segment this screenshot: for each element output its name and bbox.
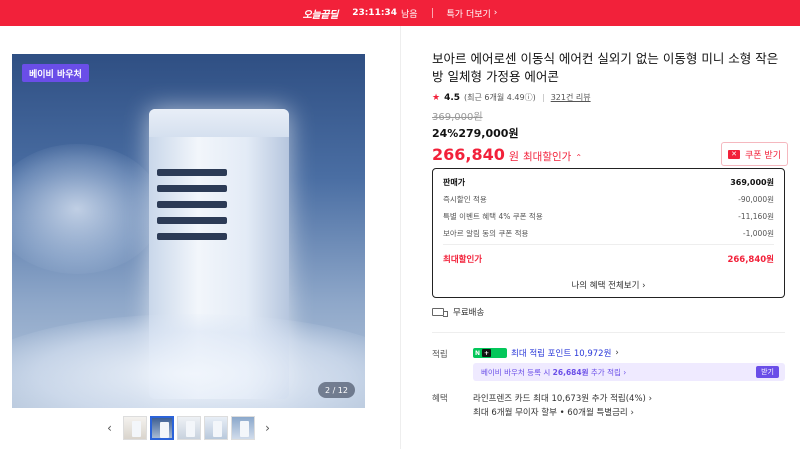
thumbnail-2[interactable] — [149, 416, 174, 440]
voucher-points-text: 베이비 바우처 등록 시 26,684원 추가 적립 › — [481, 367, 626, 378]
max-points-text: 최대 적립 포인트 10,972원 — [511, 349, 612, 359]
shipping-label: 무료배송 — [453, 308, 485, 318]
chevron-right-icon: › — [630, 408, 634, 418]
rating-score: 4.5 — [444, 92, 461, 103]
breakdown-value: -1,000원 — [742, 229, 774, 238]
deal-timer: 23:11:34 — [352, 8, 397, 18]
banner-amount: 26,684원 — [552, 367, 589, 377]
fog-left — [12, 144, 162, 274]
breakdown-label: 특별 이벤트 혜택 4% 쿠폰 적용 — [443, 212, 543, 221]
coupon-icon: ✕ — [728, 149, 740, 159]
breakdown-value: -90,000원 — [738, 195, 774, 204]
unit-top — [149, 109, 289, 137]
banner-prefix: 베이비 바우처 등록 시 — [481, 367, 551, 377]
price-breakdown: 판매가 369,000원 즉시할인 적용 -90,000원 특별 이벤트 혜택 … — [432, 168, 785, 298]
shipping-info: 무료배송 — [432, 306, 484, 318]
thumbnail-4[interactable] — [203, 416, 228, 440]
unit-vents — [157, 169, 227, 259]
thumbnail-3[interactable] — [176, 416, 201, 440]
breakdown-row: 특별 이벤트 혜택 4% 쿠폰 적용 -11,160원 — [443, 211, 774, 222]
benefits-label: 혜택 — [432, 394, 448, 404]
installment-benefit-text: 최대 6개월 무이자 할부 • 60개월 특별금리 — [473, 408, 628, 418]
section-divider — [432, 332, 785, 333]
review-count-link[interactable]: 321건 리뷰 — [551, 92, 591, 103]
column-divider — [400, 26, 401, 449]
breakdown-divider — [443, 244, 774, 245]
coupon-label: 쿠폰 받기 — [745, 150, 781, 161]
more-deals-label: 특가 더보기 — [446, 9, 491, 20]
fog-bottom — [12, 314, 365, 408]
breakdown-row: 판매가 369,000원 — [443, 177, 774, 188]
all-benefits-link[interactable]: 나의 혜택 전체보기 › — [433, 279, 784, 291]
sale-price-row: 24%279,000원 — [432, 125, 788, 141]
thumbnail-5[interactable] — [230, 416, 255, 440]
thumbnail-1[interactable] — [122, 416, 147, 440]
card-benefit[interactable]: 라인프렌즈 카드 최대 10,673원 추가 적립(4%) › — [473, 392, 652, 404]
original-price: 369,000원 — [432, 112, 483, 123]
breakdown-value: 369,000원 — [730, 178, 774, 187]
npay-letter: N — [475, 349, 481, 357]
truck-icon — [432, 308, 448, 317]
max-discount-price[interactable]: 266,840 원 최대할인가 ⌃ — [432, 145, 582, 164]
npay-plus: + — [482, 349, 492, 357]
chevron-up-icon: ⌃ — [575, 152, 583, 162]
chevron-left-icon[interactable]: ‹ — [100, 421, 120, 435]
chevron-right-icon[interactable]: › — [258, 421, 278, 435]
npay-icon: N + — [473, 348, 507, 358]
discount-rate: 24% — [432, 127, 459, 140]
chevron-right-icon: › — [615, 348, 619, 358]
max-price-unit: 원 — [508, 149, 519, 163]
rating-detail: (최근 6개월 4.49ⓘ) — [464, 93, 536, 102]
installment-benefit[interactable]: 최대 6개월 무이자 할부 • 60개월 특별금리 › — [473, 406, 634, 418]
topbar-divider — [431, 8, 433, 18]
max-price-row: 266,840 원 최대할인가 ⌃ ✕ 쿠폰 받기 — [432, 142, 788, 166]
total-value: 266,840원 — [727, 255, 774, 265]
points-label: 적립 — [432, 350, 448, 360]
more-deals-link[interactable]: 특가 더보기 › — [447, 7, 498, 20]
rating-row: ★ 4.5 (최근 6개월 4.49ⓘ) 321건 리뷰 — [432, 92, 788, 103]
chevron-right-icon: › — [648, 394, 652, 404]
rating-divider — [542, 93, 544, 102]
card-benefit-text: 라인프렌즈 카드 최대 10,673원 추가 적립(4%) — [473, 394, 646, 404]
product-info: 보아르 에어로센 이동식 에어컨 실외기 없는 이동형 미니 소형 작은 방 일… — [432, 50, 788, 166]
breakdown-row: 보아르 알림 동의 쿠폰 적용 -1,000원 — [443, 228, 774, 239]
total-label: 최대할인가 — [443, 255, 483, 265]
get-coupon-button[interactable]: ✕ 쿠폰 받기 — [721, 142, 788, 166]
all-benefits-label: 나의 혜택 전체보기 — [571, 281, 640, 291]
breakdown-label: 즉시할인 적용 — [443, 195, 487, 204]
chevron-right-icon: › — [642, 281, 646, 291]
breakdown-row: 즉시할인 적용 -90,000원 — [443, 194, 774, 205]
breakdown-label: 보아르 알림 동의 쿠폰 적용 — [443, 229, 529, 238]
image-counter: 2 / 12 — [317, 382, 355, 398]
chevron-right-icon: › — [493, 8, 498, 18]
get-points-button[interactable]: 받기 — [756, 366, 779, 378]
max-price-label: 최대할인가 — [523, 150, 572, 163]
breakdown-label: 판매가 — [443, 178, 466, 187]
product-image[interactable]: 베이비 바우처 2 / 12 — [12, 54, 365, 408]
thumbnail-strip: ‹ › — [12, 416, 365, 440]
deal-timer-suffix: 남음 — [400, 9, 418, 20]
breakdown-value: -11,160원 — [738, 212, 774, 221]
chevron-right-icon: › — [623, 367, 627, 377]
max-points-link[interactable]: N + 최대 적립 포인트 10,972원 › — [473, 347, 619, 359]
breakdown-total: 최대할인가 266,840원 — [443, 253, 774, 265]
star-icon: ★ — [432, 92, 441, 103]
voucher-points-banner[interactable]: 베이비 바우처 등록 시 26,684원 추가 적립 › 받기 — [473, 363, 785, 381]
max-price-amount: 266,840 — [432, 144, 505, 164]
product-title: 보아르 에어로센 이동식 에어컨 실외기 없는 이동형 미니 소형 작은 방 일… — [432, 51, 779, 84]
voucher-badge: 베이비 바우처 — [22, 64, 89, 82]
deal-topbar: 오늘끝딜 23:11:34 남음 특가 더보기 › — [0, 0, 800, 26]
deal-badge: 오늘끝딜 — [302, 9, 339, 21]
banner-suffix: 추가 적립 — [590, 367, 621, 377]
sale-price: 279,000원 — [458, 127, 519, 140]
